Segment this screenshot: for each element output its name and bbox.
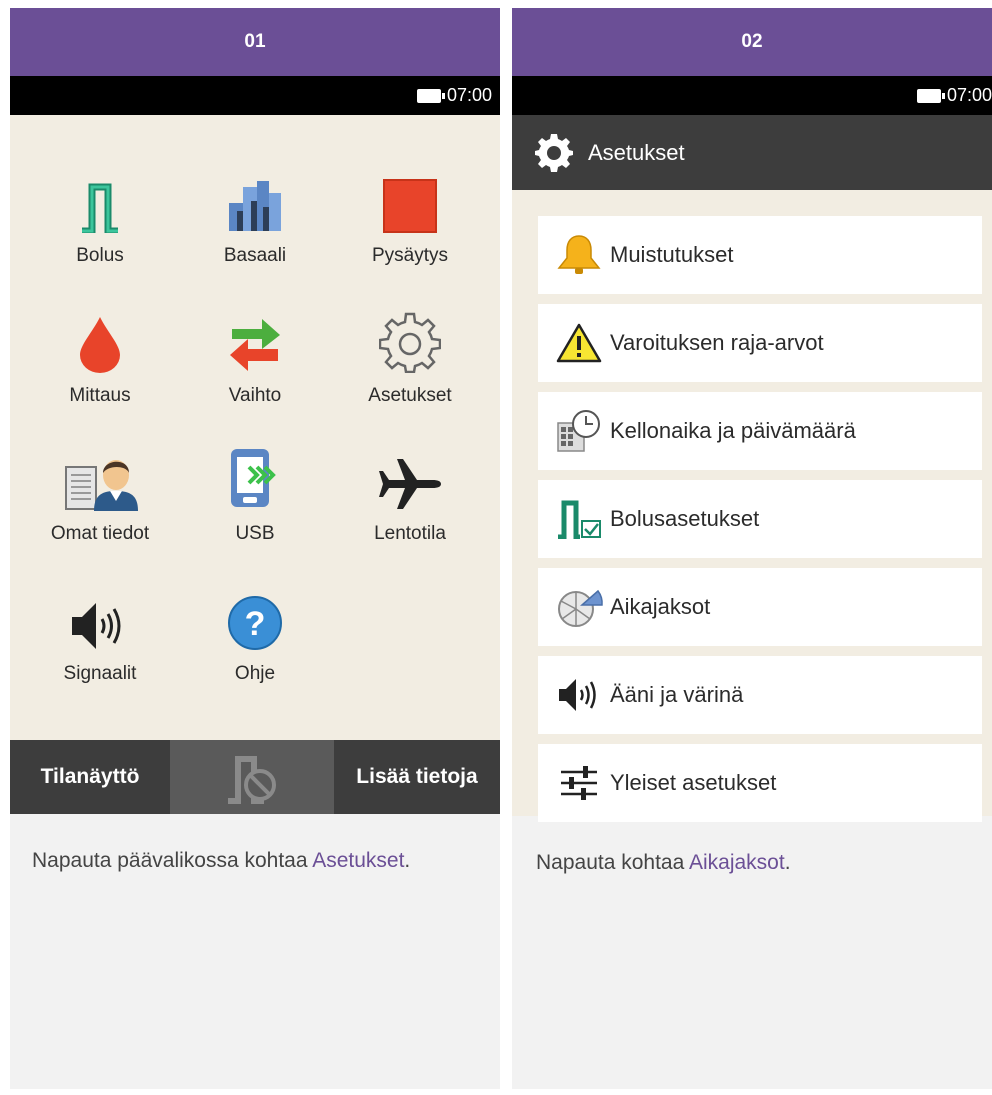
status-screen-button[interactable]: Tilanäyttö xyxy=(10,740,170,814)
menu-item-label: Aikajaksot xyxy=(610,594,711,619)
status-time: 07:00 xyxy=(446,85,492,105)
menu-item-label: Bolusasetukset xyxy=(610,506,760,531)
menu-tile-measure[interactable]: Mittaus xyxy=(25,307,175,407)
time-blocks-icon xyxy=(558,589,603,627)
settings-menu: Muistutukset Varoituksen raja-arvot Kell… xyxy=(512,190,992,822)
tile-label: Pysäytys xyxy=(371,245,449,266)
menu-item-label: Muistutukset xyxy=(610,242,734,267)
bottom-bar: Tilanäyttö Lisää tietoja xyxy=(10,740,500,814)
tile-label: Vaihto xyxy=(228,385,282,406)
airplane-icon xyxy=(379,459,441,509)
swap-arrows-icon xyxy=(230,319,280,371)
calendar-clock-icon xyxy=(557,410,600,452)
page-title: Asetukset xyxy=(588,139,685,165)
warning-icon xyxy=(556,323,602,363)
tile-label: Basaali xyxy=(223,245,287,266)
tile-label: Mittaus xyxy=(69,385,131,406)
settings-title-bar: Asetukset xyxy=(512,115,992,190)
tile-label: Omat tiedot xyxy=(50,523,150,544)
menu-item-time-date[interactable]: Kellonaika ja päivämäärä xyxy=(538,392,982,470)
step-1-panel: 01 07:00 Bolus Basaali Pysäytys Mittaus xyxy=(10,8,500,1089)
blood-drop-icon xyxy=(80,317,120,373)
lock-button[interactable] xyxy=(170,740,334,814)
step-number: 02 xyxy=(512,8,992,76)
menu-item-general-settings[interactable]: Yleiset asetukset xyxy=(538,744,982,822)
speaker-icon xyxy=(72,603,121,649)
tile-label: Bolus xyxy=(76,245,124,266)
bell-icon xyxy=(557,235,601,274)
basal-chart-icon xyxy=(229,181,281,231)
status-time: 07:00 xyxy=(946,85,992,105)
menu-item-warning-limits[interactable]: Varoituksen raja-arvot xyxy=(538,304,982,382)
sliders-icon xyxy=(561,766,597,800)
battery-icon xyxy=(416,88,445,103)
bolus-settings-icon xyxy=(558,500,601,539)
menu-item-label: Kellonaika ja päivämäärä xyxy=(610,418,856,443)
menu-tile-help[interactable]: ? Ohje xyxy=(180,585,330,685)
menu-tile-settings[interactable]: Asetukset xyxy=(335,307,485,407)
more-info-button[interactable]: Lisää tietoja xyxy=(334,740,500,814)
main-menu-screen: Bolus Basaali Pysäytys Mittaus Vaihto As… xyxy=(10,115,500,740)
step-caption: Napauta päävalikossa kohtaa Asetukset. xyxy=(32,849,411,872)
menu-tile-basal[interactable]: Basaali xyxy=(180,167,330,267)
usb-device-icon xyxy=(231,449,276,507)
no-bolus-icon xyxy=(228,756,276,804)
help-icon: ? xyxy=(228,596,282,650)
stop-icon xyxy=(383,179,437,233)
caption-link[interactable]: Aikajaksot xyxy=(689,851,785,874)
gear-icon xyxy=(379,312,441,373)
menu-item-label: Ääni ja värinä xyxy=(610,682,744,707)
menu-tile-flight-mode[interactable]: Lentotila xyxy=(335,445,485,545)
menu-item-reminders[interactable]: Muistutukset xyxy=(538,216,982,294)
caption-link[interactable]: Asetukset xyxy=(312,849,404,872)
tile-label: Signaalit xyxy=(63,663,137,684)
menu-tile-bolus[interactable]: Bolus xyxy=(25,167,175,267)
svg-text:?: ? xyxy=(245,605,266,643)
step-2-panel: 02 07:00 Asetukset Muistutukset Varoituk… xyxy=(512,8,992,1089)
speaker-icon xyxy=(559,679,596,711)
gear-icon xyxy=(535,133,573,172)
menu-tile-signals[interactable]: Signaalit xyxy=(25,585,175,685)
menu-tile-usb[interactable]: USB xyxy=(180,445,330,545)
menu-item-label: Yleiset asetukset xyxy=(610,770,777,795)
menu-item-time-blocks[interactable]: Aikajaksot xyxy=(538,568,982,646)
menu-tile-stop[interactable]: Pysäytys xyxy=(335,167,485,267)
menu-item-sound-vibration[interactable]: Ääni ja värinä xyxy=(538,656,982,734)
menu-tile-profile[interactable]: Omat tiedot xyxy=(25,445,175,545)
status-bar: 07:00 xyxy=(10,76,500,115)
tile-label: USB xyxy=(235,523,275,544)
battery-icon xyxy=(916,88,945,103)
menu-item-label: Varoituksen raja-arvot xyxy=(610,330,824,355)
menu-item-bolus-settings[interactable]: Bolusasetukset xyxy=(538,480,982,558)
tile-label: Asetukset xyxy=(368,385,452,406)
tile-label: Lentotila xyxy=(374,523,446,544)
bolus-icon xyxy=(82,183,118,233)
tile-label: Ohje xyxy=(234,663,276,684)
step-number: 01 xyxy=(10,8,500,76)
status-bar: 07:00 xyxy=(512,76,992,115)
menu-tile-swap[interactable]: Vaihto xyxy=(180,307,330,407)
profile-icon xyxy=(65,460,138,511)
step-caption: Napauta kohtaa Aikajaksot. xyxy=(536,851,791,874)
